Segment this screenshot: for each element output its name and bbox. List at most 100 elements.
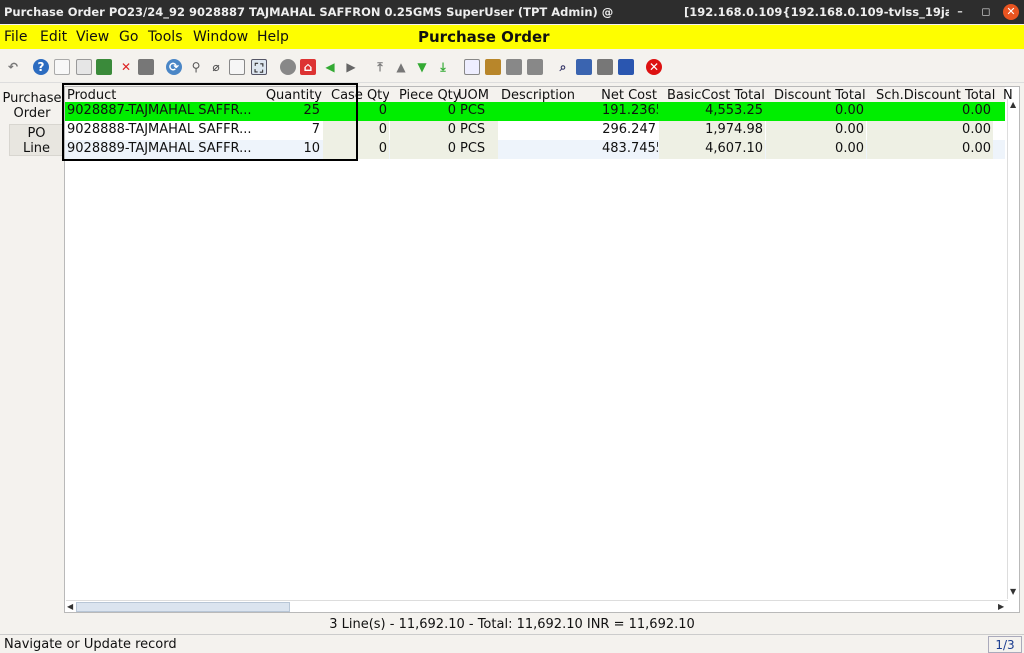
copy-record-icon[interactable] bbox=[76, 59, 92, 75]
refresh-icon[interactable]: ⟳ bbox=[166, 59, 182, 75]
column-header-discount-total[interactable]: Discount Total bbox=[774, 88, 869, 103]
scroll-right-icon[interactable]: ▶ bbox=[998, 602, 1004, 611]
scroll-down-icon[interactable]: ▼ bbox=[1010, 587, 1016, 596]
cell-description[interactable] bbox=[499, 102, 599, 121]
menu-help[interactable]: Help bbox=[257, 29, 289, 45]
cell-quantity[interactable]: 7 bbox=[254, 121, 322, 140]
back-icon[interactable]: ◀ bbox=[322, 59, 338, 75]
cell-piece-qty[interactable]: 0 bbox=[390, 102, 458, 121]
title-bar: Purchase Order PO23/24_92 9028887 TAJMAH… bbox=[0, 0, 1024, 24]
find-icon[interactable]: ⚲ bbox=[188, 59, 204, 75]
record-page-indicator[interactable]: 1/3 bbox=[988, 636, 1022, 653]
menu-go[interactable]: Go bbox=[119, 29, 138, 45]
status-bar: Navigate or Update record 1/3 bbox=[0, 634, 1024, 653]
grid-toggle-icon[interactable]: ⛶ bbox=[251, 59, 267, 75]
cell-case-qty[interactable]: 0 bbox=[323, 102, 389, 121]
save-new-icon[interactable] bbox=[96, 59, 112, 75]
cell-sch-discount-total: 0.00 bbox=[867, 102, 993, 121]
history-icon[interactable] bbox=[280, 59, 296, 75]
cell-uom[interactable]: PCS bbox=[458, 140, 498, 159]
cell-case-qty[interactable]: 0 bbox=[323, 121, 389, 140]
column-header-case-qty[interactable]: Case Qty bbox=[331, 88, 389, 103]
column-header-piece-qty[interactable]: Piece Qty bbox=[399, 88, 461, 103]
vertical-scrollbar[interactable]: ▲ ▼ bbox=[1007, 99, 1019, 599]
menu-file[interactable]: File bbox=[4, 29, 27, 45]
minimize-button[interactable]: – bbox=[952, 4, 968, 20]
cell-net-cost[interactable]: 191.2365 bbox=[600, 102, 658, 121]
cell-sch-discount-total: 0.00 bbox=[867, 140, 993, 159]
cell-uom[interactable]: PCS bbox=[458, 121, 498, 140]
cell-product[interactable]: 9028889-TAJMAHAL SAFFR... bbox=[65, 140, 253, 159]
cell-case-qty[interactable]: 0 bbox=[323, 140, 389, 159]
archive-icon[interactable] bbox=[485, 59, 501, 75]
cell-product[interactable]: 9028887-TAJMAHAL SAFFR... bbox=[65, 102, 253, 121]
workflow-icon[interactable] bbox=[576, 59, 592, 75]
connection-label: [192.168.0.109{192.168.0.109-tvlss_19jan… bbox=[684, 5, 949, 19]
cell-basic-total: 4,553.25 bbox=[659, 102, 765, 121]
table-row[interactable]: 9028889-TAJMAHAL SAFFR... 10 0 0 PCS 483… bbox=[65, 140, 1005, 159]
horizontal-scroll-thumb[interactable] bbox=[76, 602, 290, 612]
window-heading: Purchase Order bbox=[418, 28, 550, 46]
cell-discount-total: 0.00 bbox=[766, 140, 866, 159]
exit-icon[interactable]: ✕ bbox=[646, 59, 662, 75]
cell-description[interactable] bbox=[499, 121, 599, 140]
product-info-icon[interactable] bbox=[618, 59, 634, 75]
tab-po-line[interactable]: PO Line bbox=[9, 124, 64, 156]
zoom-across-icon[interactable]: ⌕ bbox=[555, 59, 571, 75]
column-header-basic-total[interactable]: BasicCost Total bbox=[667, 88, 767, 103]
home-icon[interactable]: ⌂ bbox=[300, 59, 316, 75]
menu-window[interactable]: Window bbox=[193, 29, 248, 45]
cell-quantity[interactable]: 10 bbox=[254, 140, 322, 159]
scroll-left-icon[interactable]: ◀ bbox=[67, 602, 73, 611]
po-line-grid: Product Quantity Case Qty Piece Qty UOM … bbox=[64, 86, 1020, 613]
next-record-icon[interactable]: ▼ bbox=[414, 59, 430, 75]
column-header-uom[interactable]: UOM bbox=[458, 88, 498, 103]
restore-button[interactable]: ◻ bbox=[978, 4, 994, 20]
previous-record-icon[interactable]: ▲ bbox=[393, 59, 409, 75]
column-header-net-cost[interactable]: Net Cost bbox=[601, 88, 657, 103]
report-icon[interactable] bbox=[464, 59, 480, 75]
tab-label-line: Order bbox=[13, 106, 51, 121]
column-header-product[interactable]: Product bbox=[67, 88, 257, 103]
side-tabs: Purchase Order PO Line bbox=[0, 88, 64, 613]
menu-edit[interactable]: Edit bbox=[40, 29, 67, 45]
cell-net-cost[interactable]: 296.247 bbox=[600, 121, 658, 140]
table-row[interactable]: 9028887-TAJMAHAL SAFFR... 25 0 0 PCS 191… bbox=[65, 102, 1005, 121]
new-record-icon[interactable] bbox=[54, 59, 70, 75]
column-header-quantity[interactable]: Quantity bbox=[260, 88, 322, 103]
print-preview-icon[interactable] bbox=[506, 59, 522, 75]
cell-description[interactable] bbox=[499, 140, 599, 159]
cell-discount-total: 0.00 bbox=[766, 121, 866, 140]
menu-view[interactable]: View bbox=[76, 29, 109, 45]
cell-piece-qty[interactable]: 0 bbox=[390, 121, 458, 140]
save-icon[interactable] bbox=[138, 59, 154, 75]
cell-uom[interactable]: PCS bbox=[458, 102, 498, 121]
cell-basic-total: 4,607.10 bbox=[659, 140, 765, 159]
horizontal-scrollbar[interactable]: ◀ ▶ bbox=[66, 600, 1008, 612]
first-record-icon[interactable]: ⤒ bbox=[372, 59, 388, 75]
column-header-description[interactable]: Description bbox=[501, 88, 581, 103]
totals-summary: 3 Line(s) - 11,692.10 - Total: 11,692.10… bbox=[329, 617, 695, 632]
attachment-icon[interactable]: ⌀ bbox=[208, 59, 224, 75]
cell-quantity[interactable]: 25 bbox=[254, 102, 322, 121]
menu-tools[interactable]: Tools bbox=[148, 29, 183, 45]
cell-net-cost[interactable]: 483.7455 bbox=[600, 140, 658, 159]
menu-bar: File Edit View Go Tools Window Help Purc… bbox=[0, 25, 1024, 49]
undo-icon[interactable]: ↶ bbox=[5, 59, 21, 75]
help-icon[interactable]: ? bbox=[33, 59, 49, 75]
close-window-button[interactable]: ✕ bbox=[1003, 4, 1019, 20]
table-row[interactable]: 9028888-TAJMAHAL SAFFR... 7 0 0 PCS 296.… bbox=[65, 121, 1005, 140]
delete-icon[interactable]: ✕ bbox=[118, 59, 134, 75]
cell-piece-qty[interactable]: 0 bbox=[390, 140, 458, 159]
scroll-up-icon[interactable]: ▲ bbox=[1010, 100, 1016, 109]
chat-icon[interactable] bbox=[229, 59, 245, 75]
cell-discount-total: 0.00 bbox=[766, 102, 866, 121]
column-header-sch-discount-total[interactable]: Sch.Discount Total bbox=[876, 88, 996, 103]
print-icon[interactable] bbox=[527, 59, 543, 75]
last-record-icon[interactable]: ⤓ bbox=[435, 59, 451, 75]
forward-icon[interactable]: ▶ bbox=[343, 59, 359, 75]
cell-sch-discount-total: 0.00 bbox=[867, 121, 993, 140]
process-icon[interactable] bbox=[597, 59, 613, 75]
cell-product[interactable]: 9028888-TAJMAHAL SAFFR... bbox=[65, 121, 253, 140]
tab-purchase-order[interactable]: Purchase Order bbox=[2, 91, 62, 121]
